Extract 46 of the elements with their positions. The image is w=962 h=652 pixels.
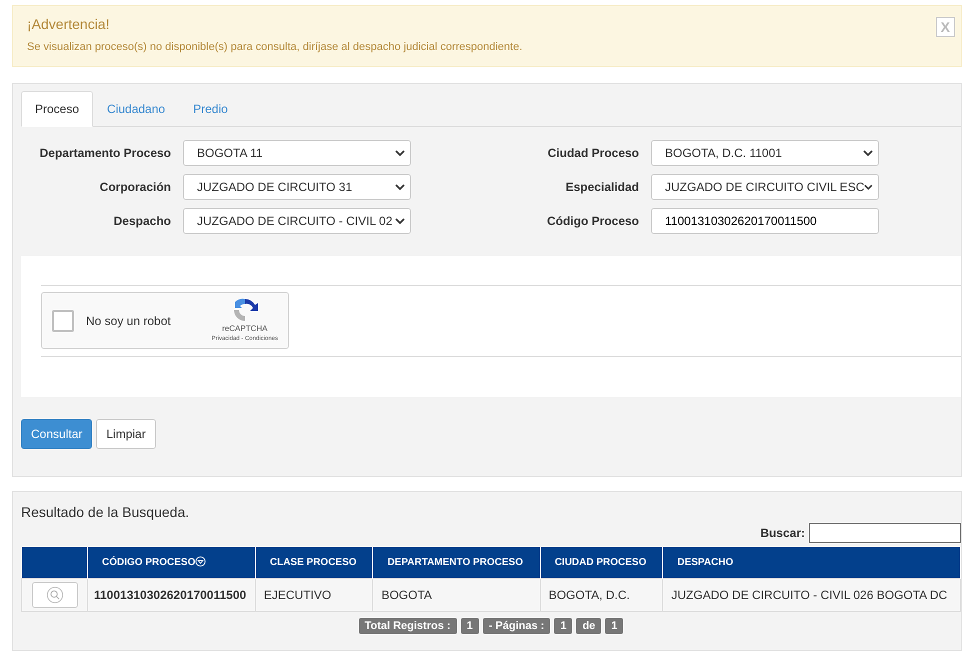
column-header[interactable]: CÓDIGO PROCESO: [88, 547, 256, 578]
field-label: Ciudad Proceso: [546, 145, 639, 162]
field-label: Departamento Proceso: [38, 145, 171, 162]
search-label: Buscar:: [760, 525, 805, 542]
captcha-checkbox[interactable]: [52, 310, 74, 332]
column-header[interactable]: CIUDAD PROCESO: [540, 547, 663, 578]
column-header[interactable]: DESPACHO: [662, 547, 960, 578]
table-cell: 11001310302620170011500: [88, 578, 256, 612]
alert-message: Se visualizan proceso(s) no disponible(s) para consulta, diríjase al despacho judicial correspondiente.: [27, 40, 524, 55]
select-field[interactable]: BOGOTA 11: [183, 140, 411, 166]
page-label: Total Registros :: [358, 618, 457, 634]
caret-icon: [395, 184, 405, 190]
field-label: Especialidad: [564, 179, 639, 196]
page-count: 1: [460, 618, 479, 634]
captcha-label: No soy un robot: [86, 312, 172, 330]
table-cell: JUZGADO DE CIRCUITO - CIVIL 026 BOGOTA DC: [662, 578, 960, 612]
table-cell: EJECUTIVO: [255, 578, 373, 612]
column-header[interactable]: CLASE PROCESO: [255, 547, 373, 578]
search-field[interactable]: [809, 523, 961, 543]
page-label: de: [576, 618, 602, 634]
table-cell: BOGOTA, D.C.: [540, 578, 663, 612]
page-count: 1: [605, 618, 624, 634]
sort-icon[interactable]: [195, 556, 206, 567]
select-field[interactable]: JUZGADO DE CIRCUITO - CIVIL 02: [183, 208, 411, 234]
caret-icon: [395, 218, 405, 224]
field-label: Despacho: [112, 213, 171, 230]
field-label: Corporación: [98, 179, 171, 196]
tab[interactable]: Proceso: [21, 91, 94, 127]
page-label: - Páginas :: [482, 618, 550, 634]
select-field[interactable]: BOGOTA, D.C. 11001: [651, 140, 879, 166]
column-header[interactable]: DEPARTAMENTO PROCESO: [372, 547, 540, 578]
select-field[interactable]: JUZGADO DE CIRCUITO 31: [183, 174, 411, 200]
results-title: Resultado de la Busqueda.: [21, 503, 190, 522]
select-field[interactable]: JUZGADO DE CIRCUITO CIVIL ESC: [651, 174, 879, 200]
caret-icon: [395, 150, 405, 156]
caret-icon: [863, 150, 873, 156]
alert-title: ¡Advertencia!: [27, 16, 110, 33]
table-cell: BOGOTA: [372, 578, 540, 612]
field-label: Código Proceso: [546, 213, 639, 230]
caret-icon: [864, 184, 873, 190]
page-count: 1: [554, 618, 572, 634]
search-icon: [46, 586, 64, 604]
input-field[interactable]: 11001310302620170011500: [651, 208, 879, 234]
search-button[interactable]: Consultar: [21, 419, 92, 449]
clear-button[interactable]: Limpiar: [96, 419, 156, 449]
recaptcha-brand: reCAPTCHA: [222, 323, 268, 335]
